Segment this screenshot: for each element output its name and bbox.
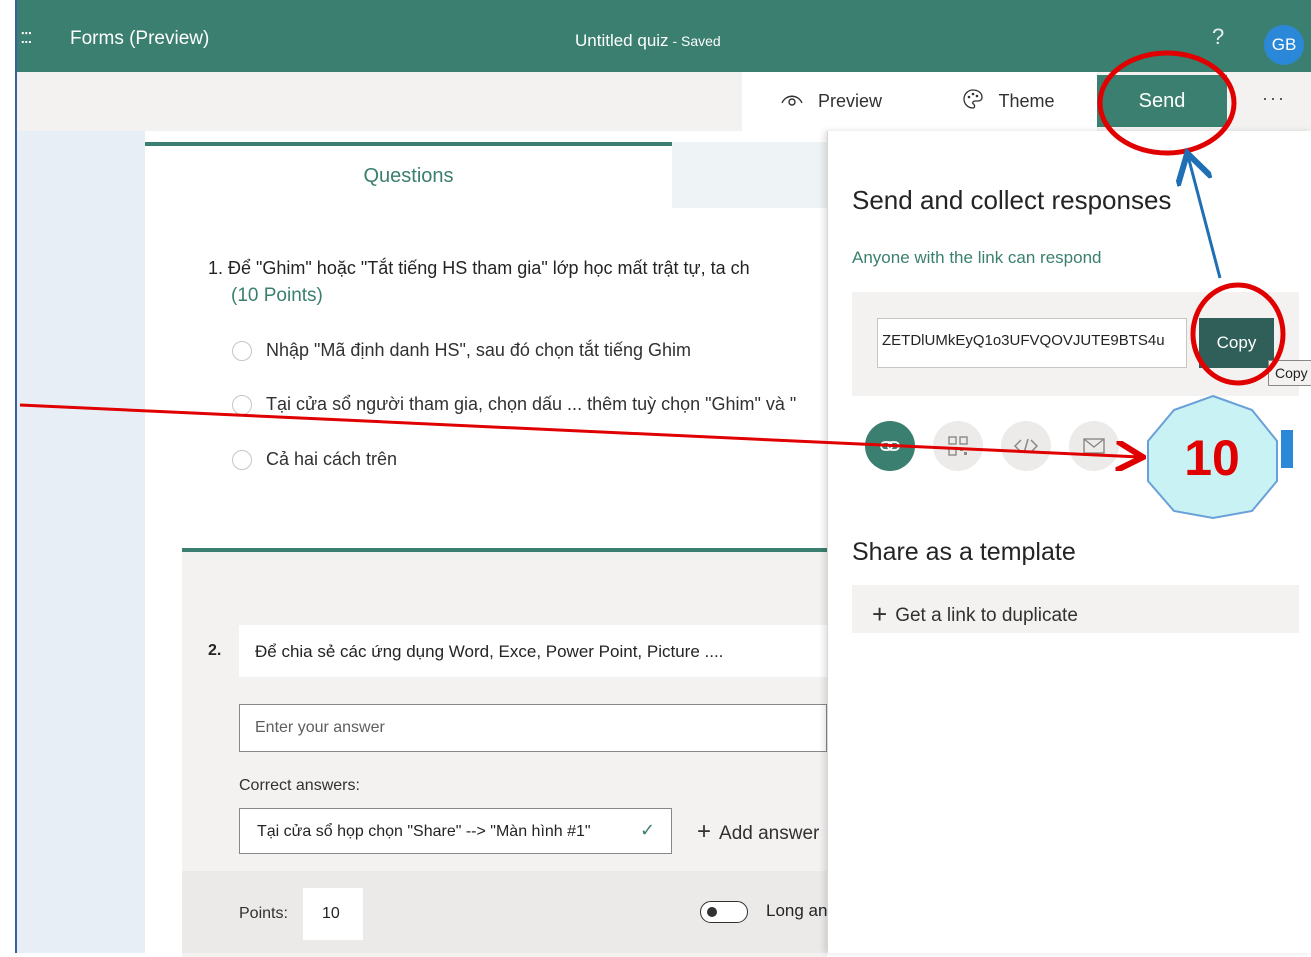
red-arrow [19,403,1140,457]
annotation-overlay: 10 [19,50,1286,520]
blue-arrow [1188,156,1222,279]
send-highlight-circle [1097,50,1237,156]
copy-highlight-circle [1190,282,1286,386]
step-number: 10 [1184,430,1240,486]
